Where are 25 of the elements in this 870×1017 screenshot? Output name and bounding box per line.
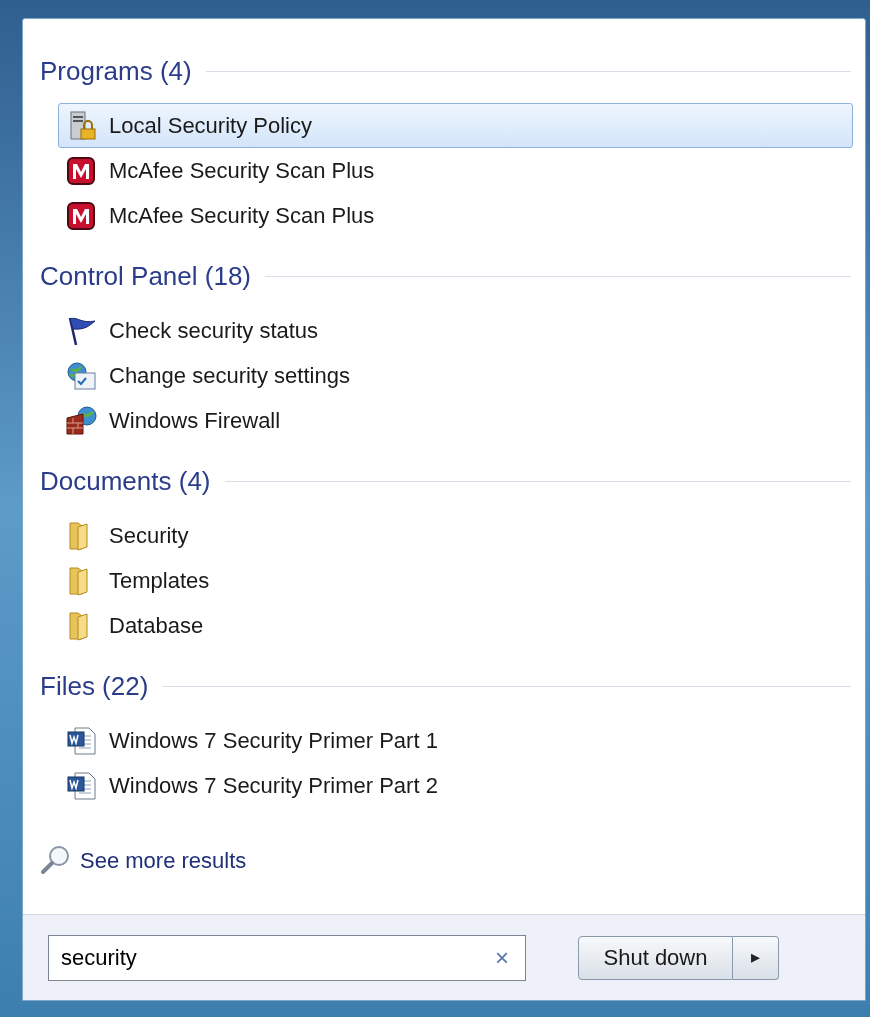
group-heading: Control Panel (18) — [40, 259, 251, 293]
clear-button[interactable]: × — [495, 939, 509, 976]
word-document-icon — [65, 725, 99, 756]
see-more-results-link[interactable]: See more results — [40, 840, 247, 880]
result-item[interactable]: Database — [58, 603, 853, 648]
brick-wall-globe-icon — [65, 405, 99, 436]
result-item[interactable]: Change security settings — [58, 353, 853, 398]
word-document-icon — [65, 770, 99, 801]
shut-down-button[interactable]: Shut down — [578, 935, 733, 980]
globe-checklist-icon — [65, 360, 99, 391]
result-item[interactable]: Security — [58, 513, 853, 558]
result-item[interactable]: McAfee Security Scan Plus — [58, 148, 853, 193]
result-item[interactable]: Local Security Policy — [58, 103, 853, 148]
result-item[interactable]: Windows 7 Security Primer Part 2 — [58, 763, 853, 808]
result-item[interactable]: Windows 7 Security Primer Part 1 — [58, 718, 853, 763]
group-heading: Files (22) — [40, 669, 149, 703]
group-heading: Documents (4) — [40, 464, 211, 498]
result-item[interactable]: Check security status — [58, 308, 853, 353]
result-item[interactable]: Templates — [58, 558, 853, 603]
result-item[interactable]: McAfee Security Scan Plus — [58, 193, 853, 238]
result-item[interactable]: Windows Firewall — [58, 398, 853, 443]
shut-down-options-button[interactable]: ▸ — [733, 935, 779, 980]
search-icon — [40, 844, 72, 876]
group-heading: Programs (4) — [40, 54, 192, 88]
search-field[interactable]: security × — [48, 934, 526, 981]
